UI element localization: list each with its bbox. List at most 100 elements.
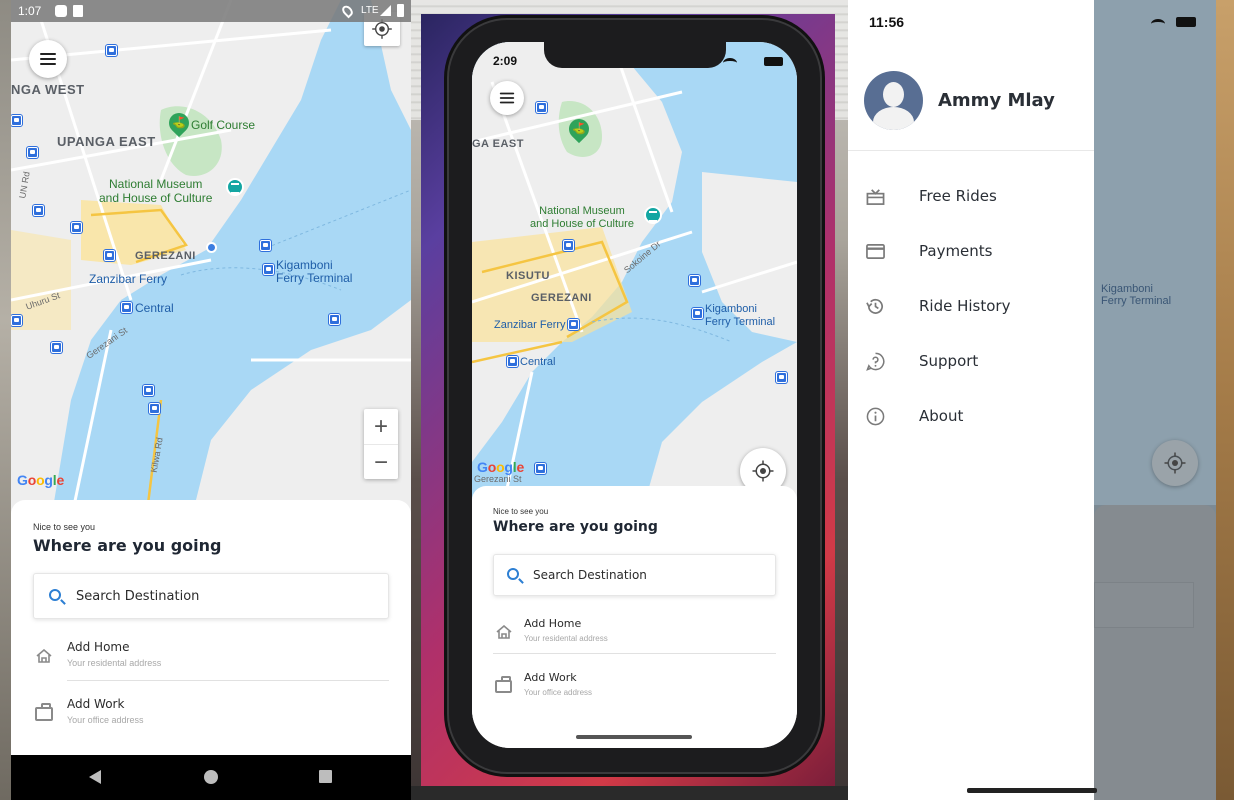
- menu-item-label: Free Rides: [919, 187, 997, 205]
- add-home-row[interactable]: Add Home Your residental address: [493, 615, 776, 651]
- android-screen: NGA WEST UPANGA EAST GEREZANI ⛳ Golf Cou…: [11, 0, 411, 800]
- sheet-headline: Where are you going: [33, 536, 222, 555]
- bus-stop-icon[interactable]: [106, 45, 117, 56]
- search-icon: [49, 589, 61, 601]
- iphone-frame: GA EAST KISUTU GEREZANI ⛳ National Museu…: [449, 20, 820, 772]
- bus-stop-icon[interactable]: [149, 403, 160, 414]
- map-area-label: KISUTU: [506, 270, 550, 282]
- gift-icon: [866, 189, 885, 205]
- menu-button[interactable]: [490, 81, 524, 115]
- crosshair-icon: [1164, 452, 1186, 474]
- avatar[interactable]: [864, 71, 923, 130]
- zoom-in-button[interactable]: +: [364, 409, 398, 444]
- search-destination-input[interactable]: Search Destination: [493, 554, 776, 596]
- home-indicator[interactable]: [967, 788, 1097, 793]
- zanzibar-ferry-label: Zanzibar Ferry: [494, 319, 566, 331]
- desk-background-right: [1216, 0, 1234, 800]
- recents-icon[interactable]: [319, 770, 332, 783]
- menu-item-about[interactable]: About: [848, 397, 1094, 437]
- kigamboni-label: Kigamboni Ferry Terminal: [1101, 283, 1172, 307]
- map-area-label: NGA WEST: [11, 82, 85, 97]
- bus-stop-icon[interactable]: [692, 308, 703, 319]
- bus-stop-icon[interactable]: [104, 250, 115, 261]
- add-work-row[interactable]: Add Work Your office address: [33, 695, 389, 735]
- home-nav-icon[interactable]: [204, 770, 218, 784]
- home-indicator[interactable]: [576, 735, 692, 739]
- destination-sheet: Nice to see you Where are you going Sear…: [472, 486, 797, 748]
- bus-stop-icon[interactable]: [27, 147, 38, 158]
- menu-button[interactable]: [29, 40, 67, 78]
- bus-stop-icon[interactable]: [535, 463, 546, 474]
- iphone-notch: [544, 42, 726, 68]
- iphone-screen: GA EAST KISUTU GEREZANI ⛳ National Museu…: [472, 42, 797, 748]
- battery-icon: [397, 4, 404, 17]
- central-label: Central: [520, 356, 556, 368]
- central-label: Central: [135, 301, 174, 315]
- menu-item-support[interactable]: Support: [848, 342, 1094, 382]
- briefcase-icon: [495, 676, 512, 693]
- bus-stop-icon[interactable]: [143, 385, 154, 396]
- menu-item-label: Ride History: [919, 297, 1011, 315]
- golf-course-marker-icon[interactable]: ⛳: [164, 108, 194, 138]
- add-work-title: Add Work: [524, 671, 577, 684]
- add-home-title: Add Home: [524, 617, 582, 630]
- kigamboni-label: Kigamboni Ferry Terminal: [276, 258, 353, 285]
- google-logo: Google: [477, 459, 525, 475]
- help-icon: [866, 352, 885, 371]
- wifi-icon: [723, 58, 737, 68]
- hamburger-icon: [499, 92, 515, 104]
- museum-marker-icon[interactable]: [226, 178, 244, 196]
- current-location-dot-icon: [206, 242, 217, 253]
- desk-background-left: [0, 0, 11, 800]
- add-work-subtitle: Your office address: [67, 715, 144, 725]
- google-logo: Google: [17, 472, 65, 488]
- status-time: 2:09: [493, 54, 518, 68]
- search-placeholder: Search Destination: [76, 589, 200, 604]
- bus-stop-icon[interactable]: [563, 240, 574, 251]
- golf-course-marker-icon[interactable]: ⛳: [564, 114, 594, 144]
- desk-edge: [411, 786, 848, 800]
- greeting-text: Nice to see you: [493, 507, 549, 516]
- avatar-head: [883, 82, 904, 107]
- bus-stop-icon[interactable]: [507, 356, 518, 367]
- menu-item-free-rides[interactable]: Free Rides: [848, 177, 1094, 217]
- search-destination-input[interactable]: Search Destination: [33, 573, 389, 619]
- sd-card-icon: [73, 5, 83, 17]
- bus-stop-icon[interactable]: [51, 342, 62, 353]
- add-work-subtitle: Your office address: [524, 688, 593, 697]
- iphone-map[interactable]: GA EAST KISUTU GEREZANI ⛳ National Museu…: [472, 42, 797, 512]
- back-icon[interactable]: [89, 770, 101, 784]
- street-label: Gerezani St: [474, 474, 522, 484]
- bus-stop-icon[interactable]: [263, 264, 274, 275]
- bus-stop-icon[interactable]: [33, 205, 44, 216]
- bus-stop-icon[interactable]: [121, 302, 132, 313]
- greeting-text: Nice to see you: [33, 522, 96, 532]
- bus-stop-icon[interactable]: [536, 102, 547, 113]
- kigamboni-label: Kigamboni Ferry Terminal: [705, 303, 776, 328]
- sheet-headline: Where are you going: [493, 519, 658, 535]
- signal-icon: [380, 5, 391, 16]
- briefcase-icon: [35, 703, 53, 721]
- bus-stop-icon[interactable]: [260, 240, 271, 251]
- add-work-row[interactable]: Add Work Your office address: [493, 669, 776, 705]
- bus-stop-icon[interactable]: [776, 372, 787, 383]
- bus-stop-icon[interactable]: [11, 315, 22, 326]
- bus-stop-icon[interactable]: [329, 314, 340, 325]
- bus-stop-icon[interactable]: [11, 115, 22, 126]
- bus-stop-icon[interactable]: [568, 319, 579, 330]
- menu-item-ride-history[interactable]: Ride History: [848, 287, 1094, 327]
- bus-stop-icon[interactable]: [71, 222, 82, 233]
- battery-icon: [764, 57, 783, 66]
- museum-label: National Museum and House of Culture: [530, 205, 634, 230]
- map-area-label: GEREZANI: [135, 250, 196, 262]
- dimmed-search: [1094, 582, 1194, 628]
- dimmed-map-background[interactable]: Kigamboni Ferry Terminal: [1094, 0, 1216, 800]
- museum-marker-icon[interactable]: [644, 206, 662, 224]
- add-home-row[interactable]: Add Home Your residental address: [33, 637, 389, 677]
- android-nav-bar: [11, 755, 411, 800]
- bus-stop-icon[interactable]: [689, 275, 700, 286]
- android-map[interactable]: NGA WEST UPANGA EAST GEREZANI ⛳ Golf Cou…: [11, 0, 411, 520]
- notification-icon: [55, 5, 67, 17]
- zoom-out-button[interactable]: −: [364, 444, 398, 479]
- menu-item-payments[interactable]: Payments: [848, 232, 1094, 272]
